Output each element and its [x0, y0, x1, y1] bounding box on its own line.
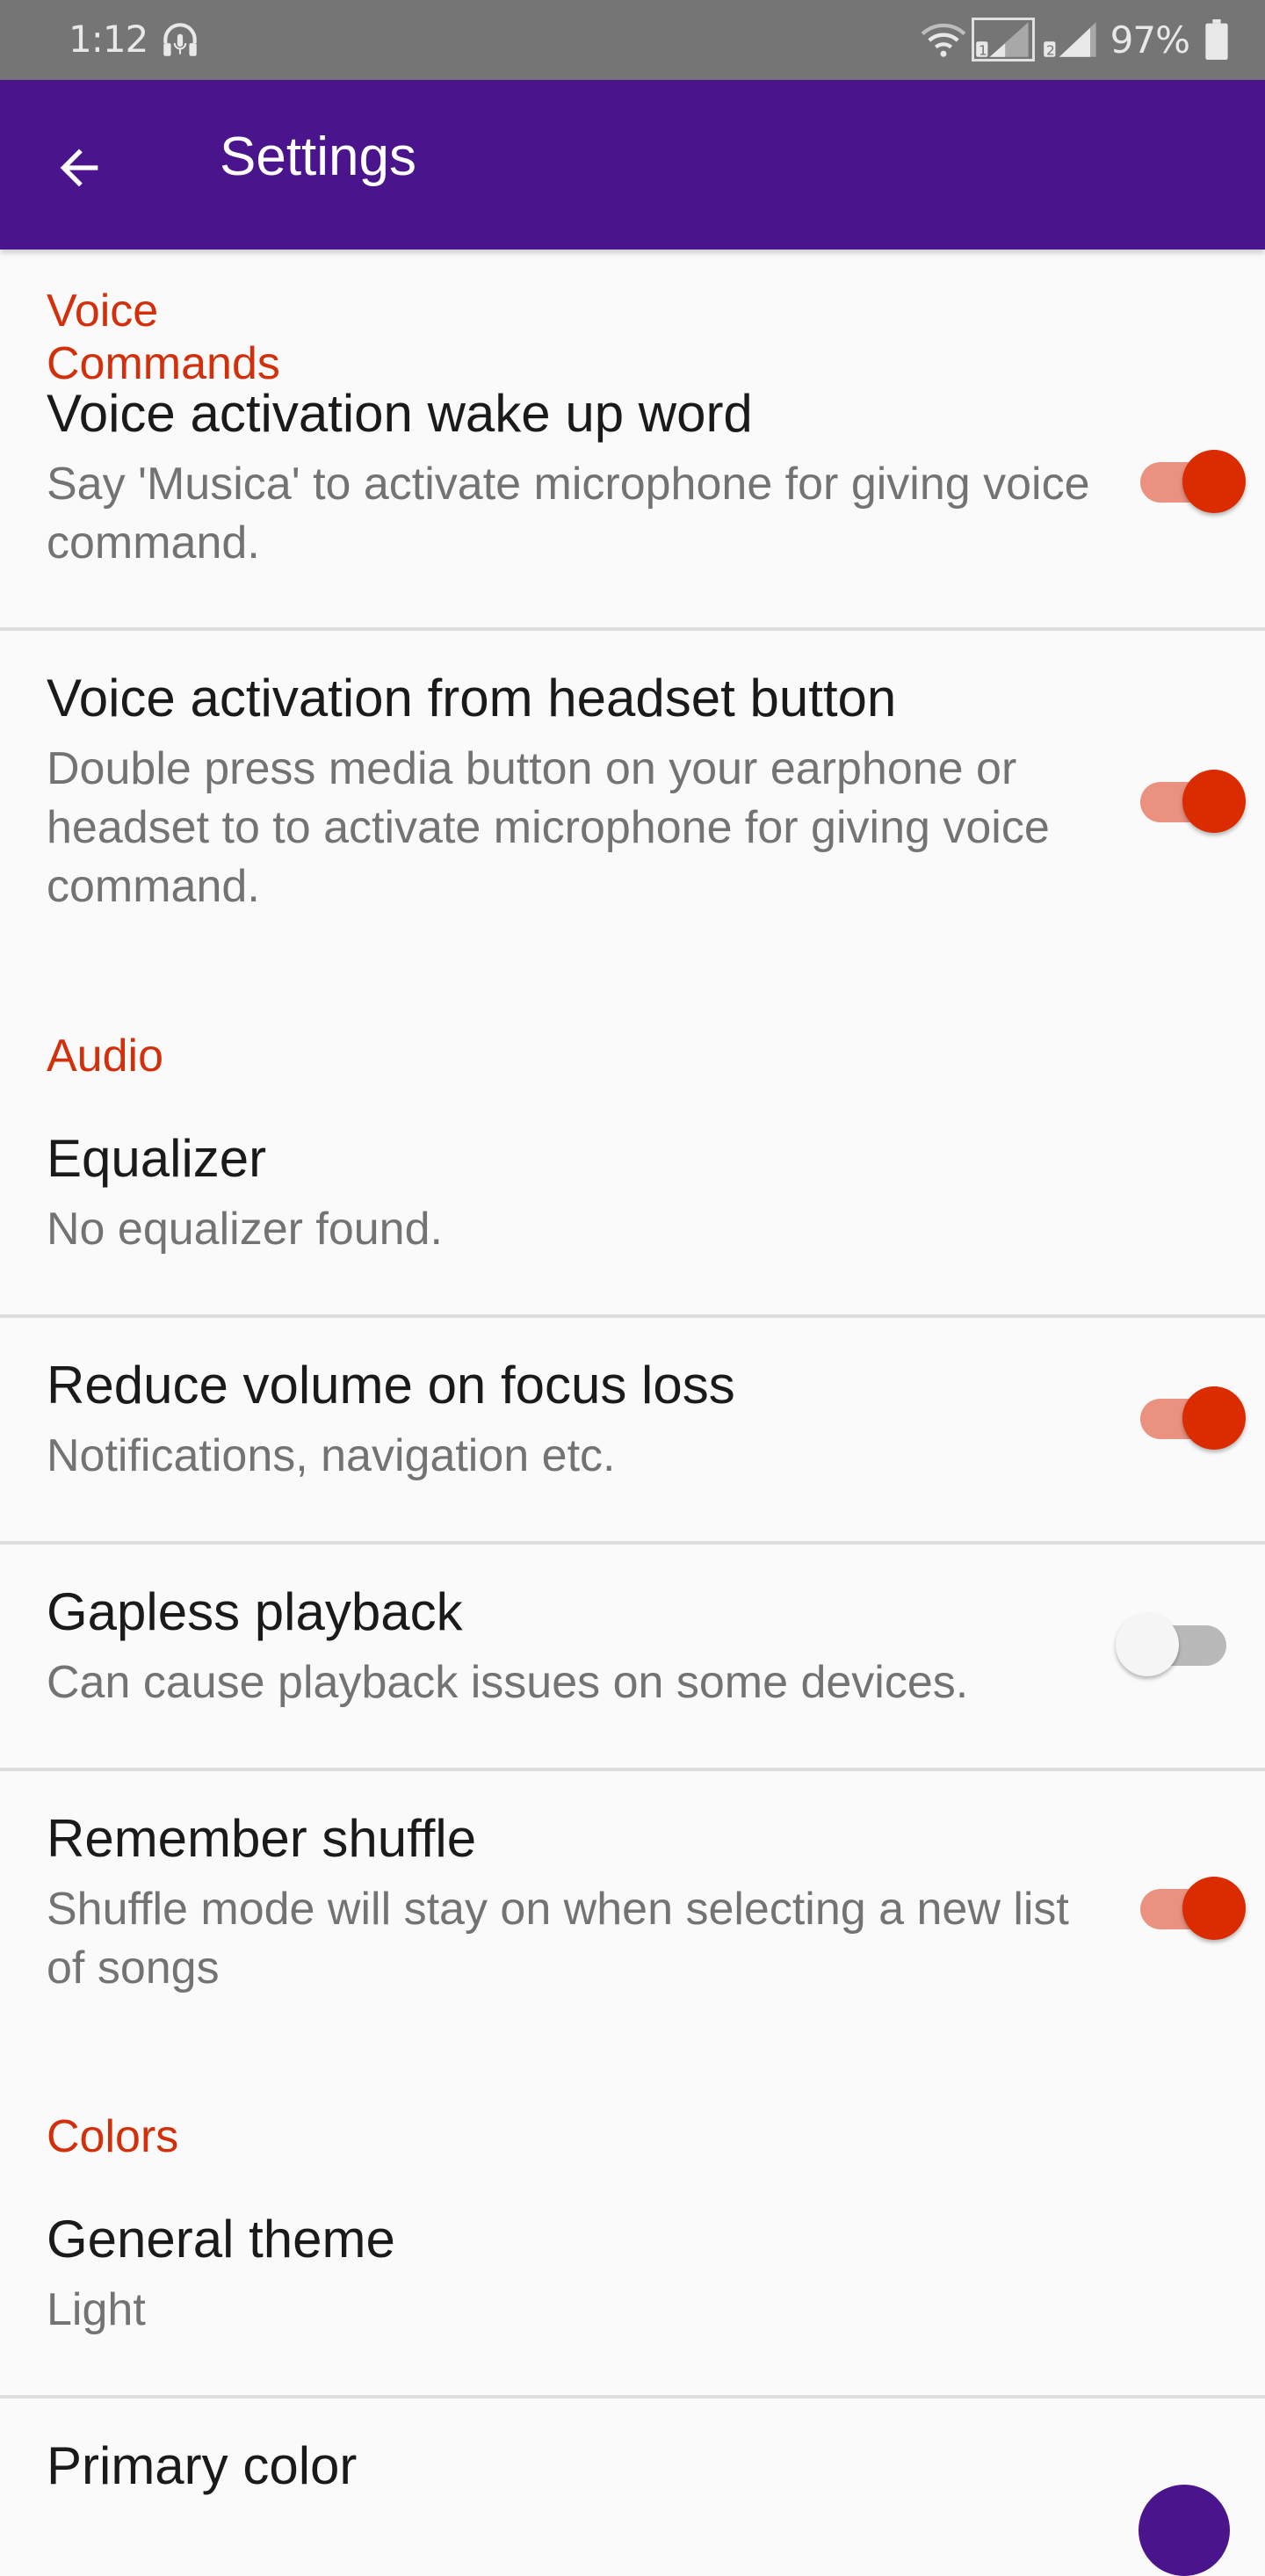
signal-sim2-icon: 2: [1043, 22, 1096, 59]
signal-sim1-icon: 1: [971, 18, 1035, 62]
pref-summary: Can cause playback issues on some device…: [47, 1657, 969, 1708]
divider: [0, 1314, 1265, 1318]
divider: [0, 1768, 1265, 1771]
pref-gapless-playback[interactable]: Gapless playback Can cause playback issu…: [0, 1581, 1265, 1740]
divider: [0, 1541, 1265, 1545]
switch-thumb: [1182, 770, 1246, 833]
pref-summary: Double press media button on your earpho…: [47, 743, 1050, 912]
divider: [0, 627, 1265, 631]
status-bar: 1:12 1 2 97%: [0, 0, 1265, 80]
pref-reduce-volume[interactable]: Reduce volume on focus loss Notification…: [0, 1355, 1265, 1513]
pref-title: Equalizer: [47, 1129, 267, 1188]
app-bar: Settings: [0, 80, 1265, 250]
primary-color-swatch[interactable]: [1138, 2485, 1230, 2576]
svg-text:1: 1: [979, 43, 987, 59]
pref-title: General theme: [47, 2210, 395, 2268]
section-header-label: Voice Commands: [47, 286, 280, 389]
pref-title: Primary color: [47, 2436, 358, 2495]
arrow-back-icon: [60, 148, 98, 187]
reduce-volume-switch[interactable]: [1138, 1381, 1246, 1451]
pref-summary: Shuffle mode will stay on when selecting…: [47, 1884, 1069, 1994]
pref-title: Remember shuffle: [47, 1809, 477, 1868]
pref-remember-shuffle[interactable]: Remember shuffle Shuffle mode will stay …: [0, 1808, 1265, 2019]
svg-text:2: 2: [1046, 43, 1055, 59]
switch-thumb: [1182, 1877, 1246, 1940]
divider: [0, 2395, 1265, 2399]
switch-thumb: [1182, 450, 1246, 513]
voice-headset-button-switch[interactable]: [1138, 764, 1246, 835]
pref-summary: Light: [47, 2284, 146, 2335]
switch-thumb: [1182, 1386, 1246, 1450]
gapless-playback-switch[interactable]: [1116, 1608, 1226, 1678]
battery-percent: 97%: [1110, 18, 1190, 62]
pref-title: Voice activation wake up word: [47, 384, 753, 443]
pref-title: Voice activation from headset button: [47, 669, 897, 727]
pref-summary: Say 'Musica' to activate microphone for …: [47, 459, 1090, 568]
pref-title: Reduce volume on focus loss: [47, 1356, 735, 1415]
pref-summary: No equalizer found.: [47, 1204, 443, 1255]
pref-primary-color[interactable]: Primary color: [0, 2435, 1265, 2576]
headset-mic-icon: [163, 23, 197, 56]
pref-title: Gapless playback: [47, 1582, 463, 1641]
wifi-icon: [921, 23, 965, 57]
remember-shuffle-switch[interactable]: [1138, 1871, 1246, 1942]
section-header-label: Colors: [47, 2111, 179, 2162]
pref-voice-headset-button[interactable]: Voice activation from headset button Dou…: [0, 668, 1265, 931]
pref-general-theme[interactable]: General theme Light: [0, 2209, 1265, 2367]
status-time: 1:12: [69, 18, 148, 61]
page-title: Settings: [220, 127, 417, 187]
section-header-label: Audio: [47, 1031, 163, 1082]
voice-wake-word-switch[interactable]: [1138, 445, 1246, 515]
pref-equalizer[interactable]: Equalizer No equalizer found.: [0, 1128, 1265, 1286]
back-button[interactable]: [42, 131, 116, 205]
status-icons: 1 2 97%: [921, 16, 1230, 63]
battery-icon: [1205, 19, 1228, 60]
pref-summary: Notifications, navigation etc.: [47, 1430, 616, 1481]
switch-thumb: [1116, 1613, 1179, 1676]
pref-voice-wake-word[interactable]: Voice activation wake up word Say 'Music…: [0, 383, 1265, 608]
